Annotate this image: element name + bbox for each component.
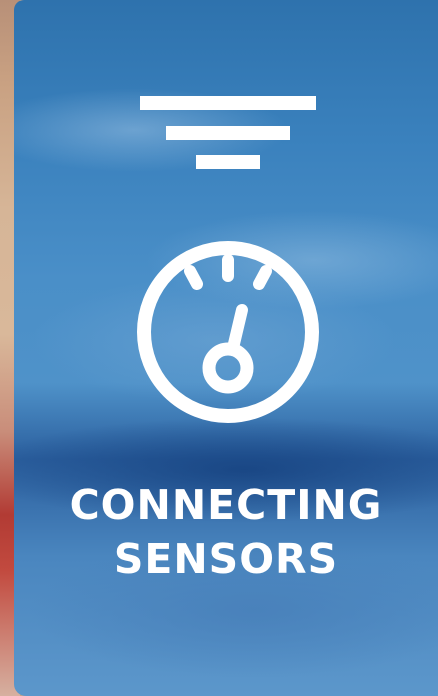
connecting-sensors-card[interactable]: CONNECTING SENSORS — [14, 0, 438, 696]
title-line-1: CONNECTING — [69, 481, 383, 529]
filter-bar-middle — [166, 126, 290, 140]
card-title: CONNECTING SENSORS — [14, 478, 438, 586]
gauge-icon — [137, 241, 319, 423]
filter-icon — [140, 96, 316, 170]
title-line-2: SENSORS — [113, 535, 339, 583]
filter-bar-bottom — [196, 155, 260, 169]
filter-bar-top — [140, 96, 316, 110]
